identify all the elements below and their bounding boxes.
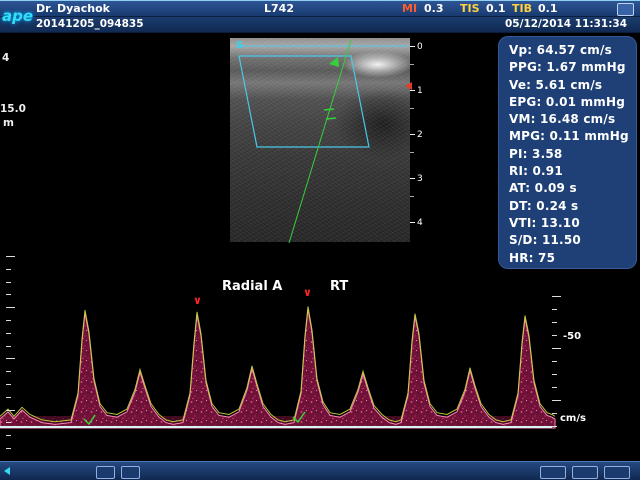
measurement-row: RI: 0.91: [509, 163, 636, 180]
footer-button-3[interactable]: [540, 466, 566, 479]
depth-minor-tick: [410, 152, 414, 153]
tib-label: TIB: [512, 1, 532, 17]
scale-tick: [552, 322, 557, 323]
footer-button-2[interactable]: [121, 466, 140, 479]
depth-minor-tick: [410, 64, 414, 65]
scale-tick: [6, 269, 11, 270]
scale-tick: [6, 410, 15, 411]
scale-tick: [6, 358, 15, 359]
mi-value: 0.3: [424, 1, 444, 17]
scale-tick: [552, 413, 557, 414]
scale-tick: [552, 374, 557, 375]
left-annotation-3: m: [3, 117, 14, 129]
orientation-marker: S: [236, 40, 243, 51]
scale-tick: [6, 346, 11, 347]
scale-tick: [6, 371, 11, 372]
peak-marker: ∨: [303, 287, 312, 298]
measurement-row: EPG: 0.01 mmHg: [509, 94, 636, 111]
depth-minor-tick: [410, 108, 414, 109]
scale-tick: [6, 422, 11, 423]
status-bar: Dr. Dyachok L742 MI 0.3 TIS 0.1 TIB 0.1: [0, 0, 640, 17]
scale-tick: [6, 282, 11, 283]
scale-tick: [552, 387, 557, 388]
vessel-label: Radial A: [222, 279, 282, 294]
depth-ruler: 01234: [410, 38, 432, 244]
left-annotation-1: 4: [2, 52, 9, 64]
scale-tick: [6, 320, 11, 321]
measurement-row: VM: 16.48 cm/s: [509, 111, 636, 128]
depth-tick: 0: [410, 42, 423, 51]
doctor-name: Dr. Dyachok: [36, 1, 110, 17]
measurement-row: PI: 3.58: [509, 146, 636, 163]
tis-label: TIS: [460, 1, 480, 17]
trace-end-marker: [293, 412, 305, 422]
baseline-clutter: [0, 416, 552, 427]
scale-tick: [6, 307, 15, 308]
scale-tick: [552, 361, 557, 362]
probe-name: L742: [264, 1, 294, 17]
vendor-logo: ape: [2, 7, 33, 25]
peak-marker: ∨: [193, 295, 202, 306]
ultrasound-screen: Dr. Dyachok L742 MI 0.3 TIS 0.1 TIB 0.1 …: [0, 0, 640, 480]
left-annotation-2: 15.0: [0, 103, 26, 115]
measurement-row: MPG: 0.11 mmHg: [509, 128, 636, 145]
exam-id: 20141205_094835: [36, 17, 144, 32]
scale-tick: [6, 256, 15, 257]
depth-tick: 4: [410, 218, 423, 227]
footer-bar: [0, 461, 640, 480]
scale-tick: [6, 294, 11, 295]
measurement-row: AT: 0.09 s: [509, 180, 636, 197]
auto-trace-line: [0, 307, 555, 422]
measurement-row: S/D: 11.50: [509, 232, 636, 249]
trace-start-marker: [84, 415, 95, 424]
velocity-unit-label: cm/s: [560, 413, 586, 424]
side-label: RT: [330, 279, 348, 294]
scale-tick: [6, 448, 11, 449]
scale-tick: [552, 348, 561, 349]
scale-tick: [552, 426, 557, 427]
scale-tick: [6, 384, 11, 385]
measurement-row: VTI: 13.10: [509, 215, 636, 232]
measurement-row: PPG: 1.67 mmHg: [509, 59, 636, 76]
scale-tick: [552, 296, 561, 297]
velocity-scale-label: -50: [563, 331, 581, 342]
scale-tick: [552, 400, 561, 401]
scale-tick: [552, 335, 557, 336]
scale-tick: [6, 435, 11, 436]
measurement-row: Ve: 5.61 cm/s: [509, 77, 636, 94]
mi-label: MI: [402, 1, 417, 17]
scale-tick: [6, 397, 11, 398]
measurement-row: DT: 0.24 s: [509, 198, 636, 215]
depth-tick: 3: [410, 174, 423, 183]
left-scale-ruler: [6, 256, 18, 456]
scale-tick: [6, 333, 11, 334]
tib-value: 0.1: [538, 1, 558, 17]
measurement-row: Vp: 64.57 cm/s: [509, 42, 636, 59]
bmode-image[interactable]: [230, 38, 410, 242]
footer-button-5[interactable]: [604, 466, 630, 479]
footer-arrow-icon[interactable]: [4, 467, 10, 475]
measurement-panel: Vp: 64.57 cm/sPPG: 1.67 mmHgVe: 5.61 cm/…: [498, 36, 637, 269]
doppler-spectrum: [0, 309, 555, 428]
scale-tick: [552, 309, 557, 310]
footer-button-1[interactable]: [96, 466, 115, 479]
measurement-row: HR: 75: [509, 250, 636, 267]
tis-value: 0.1: [486, 1, 506, 17]
exam-bar: 20141205_094835 05/12/2014 11:31:34: [0, 17, 640, 33]
depth-minor-tick: [410, 196, 414, 197]
datetime: 05/12/2014 11:31:34: [505, 17, 627, 32]
focus-marker-icon[interactable]: [405, 82, 412, 90]
footer-button-4[interactable]: [572, 466, 598, 479]
depth-tick: 2: [410, 130, 423, 139]
menu-button[interactable]: [617, 3, 634, 16]
